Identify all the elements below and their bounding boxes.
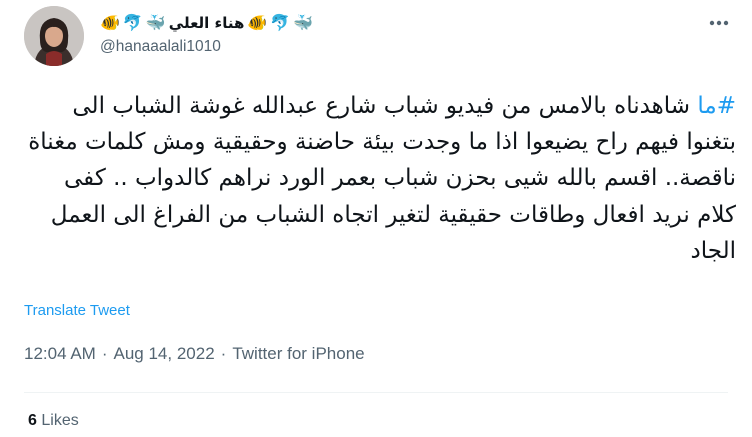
tweet-body: شاهدناه بالامس من فيديو شباب شارع عبدالل…	[28, 93, 736, 264]
hashtag-link[interactable]: #ما	[697, 93, 736, 119]
whale-emoji: 🐳	[293, 13, 314, 32]
author-display-name: هناء العلي	[168, 14, 245, 32]
translate-tweet-link[interactable]: Translate Tweet	[24, 302, 130, 319]
fish-emoji: 🐠	[247, 13, 268, 32]
meta-separator: ·	[101, 344, 108, 363]
tweet-text: #ما شاهدناه بالامس من فيديو شباب شارع عب…	[20, 88, 736, 269]
tweet-card: 🐳 🐬 🐠 هناء العلي 🐳 🐬 🐠 @hanaaalali1010 #…	[0, 0, 752, 437]
fish-emoji: 🐠	[100, 13, 120, 32]
whale-emoji: 🐳	[145, 13, 166, 32]
tweet-time[interactable]: 12:04 AM	[24, 344, 96, 364]
divider	[24, 392, 728, 393]
likes-count: 6	[28, 412, 37, 429]
more-horizontal-icon	[709, 20, 729, 26]
avatar[interactable]	[24, 6, 84, 66]
tweet-date[interactable]: Aug 14, 2022	[114, 344, 215, 364]
likes-label: Likes	[41, 412, 79, 429]
meta-separator: ·	[220, 344, 227, 363]
author-handle[interactable]: @hanaaalali1010	[100, 38, 221, 56]
likes-stat[interactable]: 6 Likes	[28, 412, 79, 430]
dolphin-emoji: 🐬	[122, 13, 143, 32]
dolphin-emoji: 🐬	[270, 13, 291, 32]
more-options-button[interactable]	[708, 12, 730, 34]
tweet-meta: 12:04 AM · Aug 14, 2022 · Twitter for iP…	[24, 344, 365, 364]
author-name-row[interactable]: 🐳 🐬 🐠 هناء العلي 🐳 🐬 🐠	[100, 12, 313, 34]
tweet-source[interactable]: Twitter for iPhone	[232, 344, 364, 364]
avatar-image	[24, 6, 84, 66]
